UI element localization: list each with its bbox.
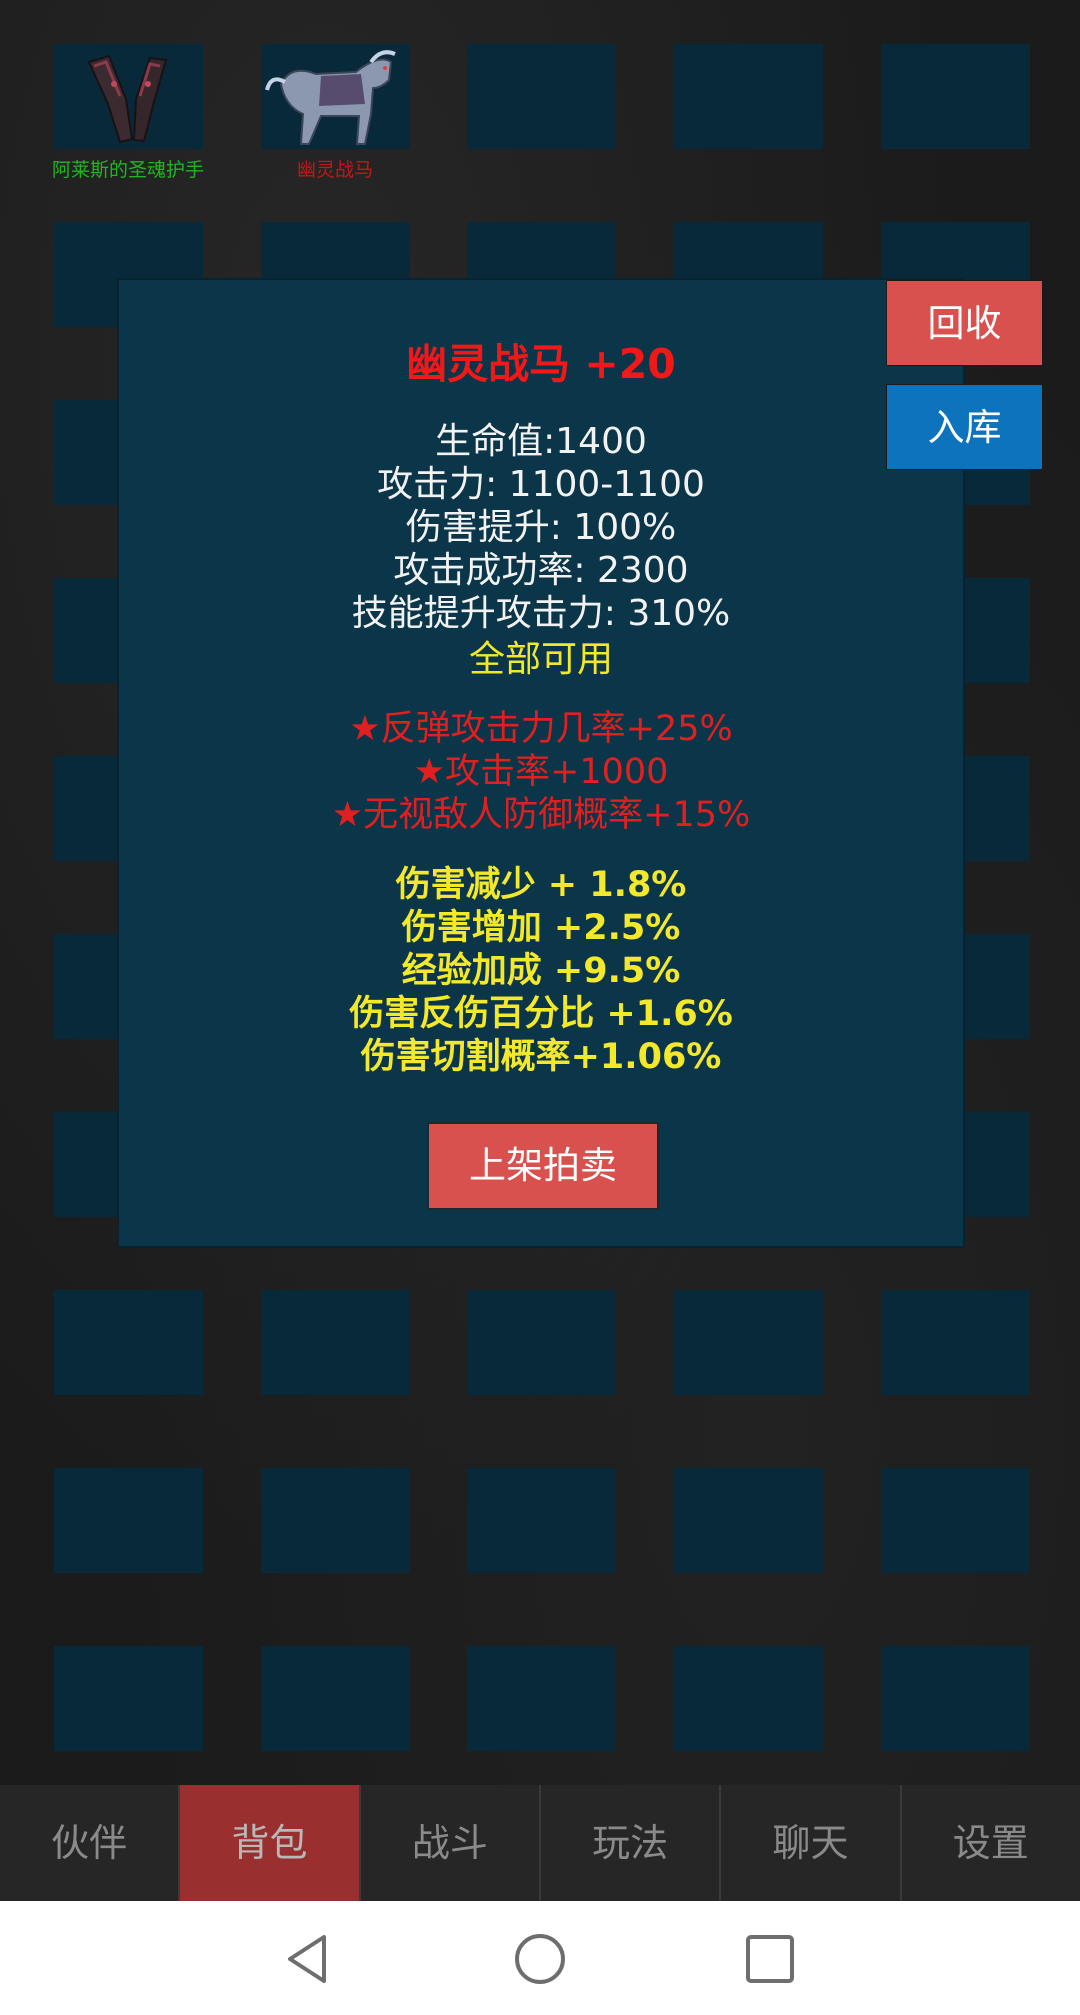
item-label-warhorse: 幽灵战马	[296, 159, 373, 181]
inventory-slot-empty[interactable]	[54, 1290, 203, 1395]
inventory-slot-empty[interactable]	[674, 1290, 823, 1395]
inventory-slot-empty[interactable]	[674, 44, 823, 149]
back-icon[interactable]	[280, 1931, 336, 1987]
inventory-slot-empty[interactable]	[881, 1468, 1030, 1573]
inventory-slot-empty[interactable]	[881, 1646, 1030, 1751]
inventory-slot-empty[interactable]	[261, 1646, 410, 1751]
inventory-slot-empty[interactable]	[674, 1468, 823, 1573]
list-auction-button[interactable]: 上架拍卖	[427, 1122, 659, 1210]
inventory-slot-empty[interactable]	[467, 1468, 616, 1573]
inventory-slot-empty[interactable]	[261, 1290, 410, 1395]
bonus-stat-ignore-defense: ★无视敌人防御概率+15%	[331, 795, 751, 835]
inventory-slot-empty[interactable]	[881, 44, 1030, 149]
inventory-slot-gauntlet[interactable]	[54, 44, 203, 149]
tab-gameplay[interactable]: 玩法	[541, 1785, 722, 1901]
tab-battle[interactable]: 战斗	[361, 1785, 541, 1901]
system-nav-bar	[0, 1901, 1080, 2015]
recycle-button[interactable]: 回收	[886, 280, 1043, 366]
stat-skill-attack: 技能提升攻击力: 310%	[351, 593, 731, 634]
inventory-slot-empty[interactable]	[261, 1468, 410, 1573]
item-title: 幽灵战马 +20	[406, 340, 676, 388]
recents-icon[interactable]	[742, 1931, 798, 1987]
extra-stat-cut-chance: 伤害切割概率+1.06%	[360, 1037, 722, 1077]
store-button[interactable]: 入库	[886, 384, 1043, 470]
inventory-slot-empty[interactable]	[467, 1290, 616, 1395]
ghost-warhorse-icon	[265, 50, 396, 145]
inventory-slot-empty[interactable]	[467, 1646, 616, 1751]
inventory-slot-empty[interactable]	[881, 1290, 1030, 1395]
item-label-gauntlet: 阿莱斯的圣魂护手	[51, 159, 204, 181]
bottom-tab-bar: 伙伴 背包 战斗 玩法 聊天 设置	[0, 1785, 1080, 1901]
inventory-slot-empty[interactable]	[467, 44, 616, 149]
usable-text: 全部可用	[468, 639, 613, 680]
tab-settings[interactable]: 设置	[902, 1785, 1080, 1901]
inventory-slot-empty[interactable]	[54, 1468, 203, 1573]
inventory-slot-empty[interactable]	[54, 1646, 203, 1751]
tab-chat[interactable]: 聊天	[721, 1785, 902, 1901]
gauntlet-icon	[87, 54, 168, 144]
inventory-slot-warhorse[interactable]	[261, 44, 410, 149]
item-detail-popup: 幽灵战马 +20 生命值:1400 攻击力: 1100-1100 伤害提升: 1…	[117, 278, 965, 1248]
tab-backpack[interactable]: 背包	[180, 1785, 361, 1901]
home-icon[interactable]	[512, 1931, 568, 1987]
tab-partner[interactable]: 伙伴	[0, 1785, 181, 1901]
inventory-slot-empty[interactable]	[674, 1646, 823, 1751]
